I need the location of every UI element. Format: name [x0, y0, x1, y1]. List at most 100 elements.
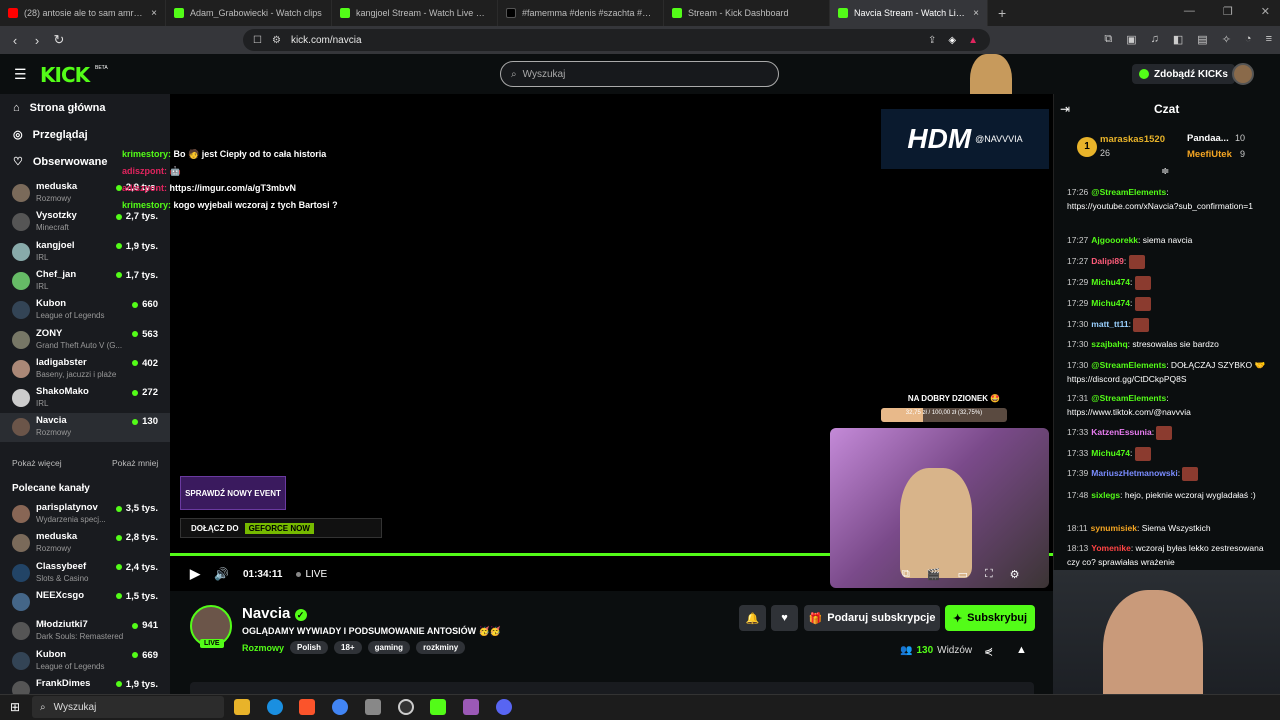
chat-username[interactable]: sixlegs	[1091, 490, 1120, 500]
hamburger-menu-icon[interactable]: ☰	[14, 66, 27, 83]
app-icon[interactable]	[463, 699, 479, 715]
sidebar-channel-vysotzky[interactable]: Vysotzky Minecraft 2,7 tys.	[0, 208, 170, 237]
notification-bell-button[interactable]: 🔔	[739, 605, 766, 631]
follow-heart-button[interactable]: ♥	[771, 605, 798, 631]
kick-app-icon[interactable]	[430, 699, 446, 715]
kick-logo[interactable]: KICK	[40, 63, 90, 87]
show-less-button[interactable]: Pokaż mniej	[112, 458, 158, 468]
stream-category-link[interactable]: Rozmowy	[242, 643, 284, 653]
chat-username[interactable]: synumisiek	[1091, 523, 1137, 533]
music-icon[interactable]: ♫	[1151, 33, 1159, 46]
tag[interactable]: Polish	[290, 641, 329, 654]
expand-leaderboard-icon[interactable]: ≑	[1161, 166, 1169, 177]
play-icon[interactable]: ▶	[190, 566, 200, 582]
share-icon[interactable]: ⇪	[928, 35, 936, 46]
chat-username[interactable]: matt_tt11	[1091, 319, 1128, 329]
extension-icon[interactable]: ⧉	[1104, 33, 1112, 46]
subscribe-button[interactable]: ✦ Subskrybuj	[945, 605, 1035, 631]
file-explorer-icon[interactable]	[234, 699, 250, 715]
volume-icon[interactable]: 🔊	[214, 567, 229, 581]
search-input[interactable]: ⌕ Wyszukaj	[500, 61, 779, 87]
address-bar[interactable]: ☐ ⚙ kick.com/navcia ⇪ ◈ ▲	[243, 29, 990, 51]
brave-rewards-icon[interactable]: ▲	[968, 35, 978, 46]
sidebar-channel-meduska[interactable]: meduska Rozmowy 2,8 tys.	[0, 529, 170, 558]
sidebar-channel-classybeef[interactable]: Classybeef Slots & Casino 2,4 tys.	[0, 559, 170, 588]
sidebar-channel-zony[interactable]: ZONY Grand Theft Auto V (G... 563	[0, 326, 170, 355]
collapse-chat-icon[interactable]: ⇥	[1060, 102, 1070, 116]
menu-icon[interactable]: ≡	[1266, 33, 1272, 46]
report-icon[interactable]: ▲	[1016, 644, 1027, 656]
brave-icon[interactable]	[299, 699, 315, 715]
streamer-name[interactable]: Navcia ✓	[242, 605, 307, 622]
close-window-button[interactable]: ✕	[1261, 5, 1270, 18]
leaderboard-user[interactable]: MeefiUtek	[1187, 149, 1232, 160]
chat-username[interactable]: @StreamElements	[1091, 360, 1166, 370]
sidebar-channel-parisplatynov[interactable]: parisplatynov Wydarzenia specj... 3,5 tys.	[0, 500, 170, 529]
ai-icon[interactable]: ✧	[1222, 33, 1231, 46]
sidebar-channel-młodziutki7[interactable]: Młodziutki7 Dark Souls: Remastered 941	[0, 617, 170, 646]
sidebar-channel-shakomako[interactable]: ShakoMako IRL 272	[0, 384, 170, 413]
edge-icon[interactable]	[267, 699, 283, 715]
sidebar-channel-kubon[interactable]: Kubon League of Legends 660	[0, 296, 170, 325]
sidebar-channel-kangjoel[interactable]: kangjoel IRL 1,9 tys.	[0, 238, 170, 267]
tag[interactable]: rozkminy	[416, 641, 466, 654]
close-icon[interactable]: ×	[151, 8, 157, 19]
wallet-icon[interactable]: ▤	[1197, 33, 1207, 46]
theater-mode-icon[interactable]: ▭	[958, 568, 968, 581]
chat-username[interactable]: MariuszHetmanowski	[1091, 468, 1177, 478]
reload-button[interactable]: ↻	[48, 32, 70, 48]
sidebar-channel-chef_jan[interactable]: Chef_jan IRL 1,7 tys.	[0, 267, 170, 296]
browser-tab[interactable]: (28) antosie ale to sam amrah - YouTube ×	[0, 0, 166, 26]
sidebar-icon[interactable]: ◧	[1173, 33, 1183, 46]
browser-tab[interactable]: Stream - Kick Dashboard	[664, 0, 830, 26]
fullscreen-icon[interactable]: ⛶	[985, 568, 993, 581]
clip-icon[interactable]: 🎬	[927, 568, 941, 581]
discord-icon[interactable]	[496, 699, 512, 715]
app-icon[interactable]	[365, 699, 381, 715]
obs-icon[interactable]	[398, 699, 414, 715]
settings-gear-icon[interactable]: ⚙	[1010, 568, 1020, 581]
leaderboard-user[interactable]: Pandaa...	[1187, 133, 1229, 144]
sidebar-channel-navcia[interactable]: Navcia Rozmowy 130	[0, 413, 170, 443]
show-more-button[interactable]: Pokaż więcej	[12, 458, 62, 468]
maximize-button[interactable]: ❐	[1223, 5, 1233, 18]
nav-home[interactable]: ⌂ Strona główna	[0, 94, 170, 121]
sidebar-channel-neexcsgo[interactable]: NEEXcsgo 1,5 tys.	[0, 588, 170, 617]
chat-username[interactable]: @StreamElements	[1091, 393, 1166, 403]
gift-subscription-button[interactable]: 🎁 Podaruj subskrypcje	[804, 605, 940, 631]
taskbar-search[interactable]: ⌕ Wyszukaj	[32, 696, 224, 718]
browser-tab[interactable]: Adam_Grabowiecki - Watch clips	[166, 0, 332, 26]
nav-browse[interactable]: ◎ Przeglądaj	[0, 121, 170, 148]
sidebar-channel-frankdimes[interactable]: FrankDimes 1,9 tys.	[0, 676, 170, 694]
chat-username[interactable]: Yomenike	[1091, 543, 1131, 553]
chat-username[interactable]: Michu474	[1091, 298, 1130, 308]
chat-username[interactable]: Dalipi89	[1091, 256, 1124, 266]
close-icon[interactable]: ×	[973, 8, 979, 19]
extension-icon[interactable]: ▣	[1126, 33, 1136, 46]
tag[interactable]: gaming	[367, 641, 411, 654]
chat-username[interactable]: Michu474	[1091, 277, 1130, 287]
brave-shield-icon[interactable]: ◈	[948, 35, 956, 46]
minimize-button[interactable]: —	[1184, 5, 1195, 18]
forward-button[interactable]: ›	[26, 33, 48, 48]
sidebar-channel-ladigabster[interactable]: ladigabster Baseny, jacuzzi i plaże 402	[0, 355, 170, 384]
tag[interactable]: 18+	[334, 641, 362, 654]
bookmark-icon[interactable]: ☐	[253, 35, 262, 46]
chat-username[interactable]: @StreamElements	[1091, 187, 1166, 197]
miniplayer-icon[interactable]: ⧉	[902, 568, 910, 581]
chat-username[interactable]: Ajgooorekk	[1091, 235, 1138, 245]
user-avatar[interactable]	[1232, 63, 1254, 85]
chat-username[interactable]: KatzenEssunia	[1091, 427, 1151, 437]
vpn-icon[interactable]: ◔	[1245, 33, 1252, 46]
site-info-icon[interactable]: ⚙	[272, 35, 281, 46]
share-icon[interactable]: ⋞	[984, 645, 993, 658]
sidebar-channel-kubon[interactable]: Kubon League of Legends 669	[0, 647, 170, 676]
browser-tab[interactable]: kangjoel Stream - Watch Live on Kick	[332, 0, 498, 26]
chat-username[interactable]: szajbahq	[1091, 339, 1127, 349]
browser-tab[interactable]: #famemma #denis #szachta #shorts	[498, 0, 664, 26]
browser-tab-active[interactable]: Navcia Stream - Watch Live on ×	[830, 0, 988, 26]
chat-username[interactable]: Michu474	[1091, 448, 1130, 458]
get-kicks-button[interactable]: Zdobądź KICKs	[1132, 64, 1235, 84]
leaderboard-user[interactable]: maraskas1520	[1100, 134, 1165, 145]
new-tab-button[interactable]: +	[998, 5, 1006, 21]
